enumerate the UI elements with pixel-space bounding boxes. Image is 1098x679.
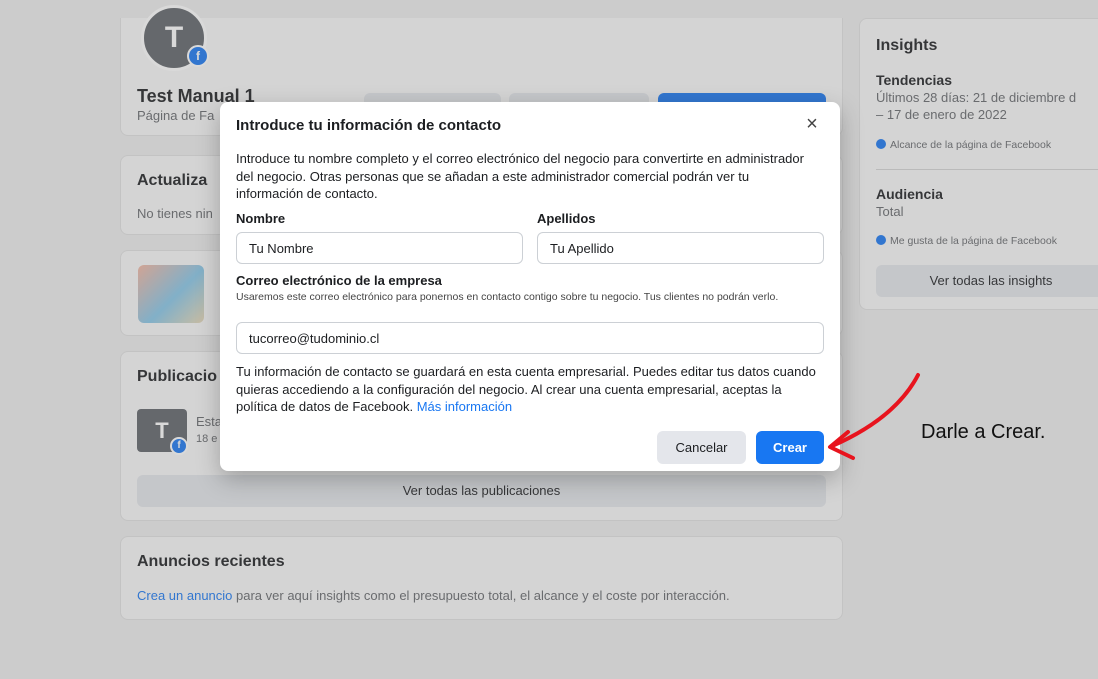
annotation-text: Darle a Crear. xyxy=(921,421,1046,443)
annotation-arrow-icon xyxy=(828,373,920,460)
